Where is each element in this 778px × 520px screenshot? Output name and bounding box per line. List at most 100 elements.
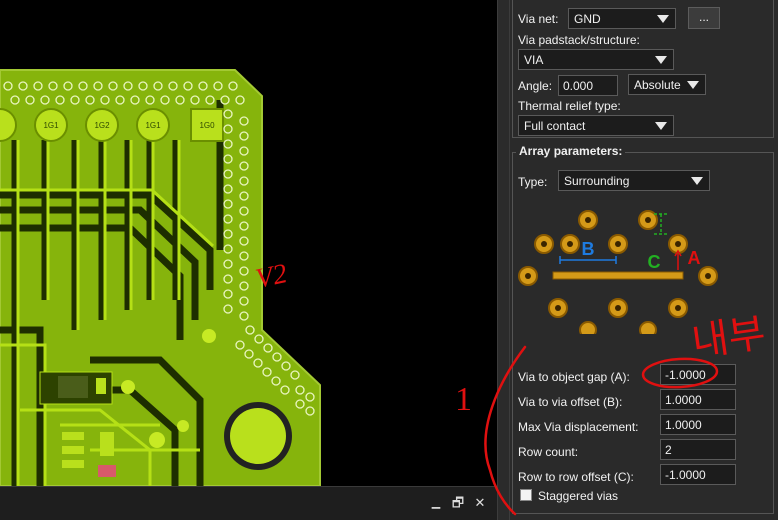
via-dot: [235, 340, 245, 350]
via-padstack-label: Via padstack/structure:: [518, 33, 640, 47]
via-dot: [239, 131, 249, 141]
thermal-relief-value: Full contact: [524, 119, 586, 133]
via-dot: [239, 161, 249, 171]
via-dot: [3, 81, 13, 91]
via-dot: [25, 95, 35, 105]
via-dot: [245, 325, 255, 335]
row-count-label: Row count:: [518, 445, 579, 459]
row-to-row-offset-input[interactable]: -1.0000: [660, 464, 736, 485]
via-dot: [295, 385, 305, 395]
via-net-label: Via net:: [518, 12, 559, 26]
via-net-value: GND: [574, 12, 601, 26]
via-dot: [239, 251, 249, 261]
diagram-label-b: B: [582, 239, 595, 259]
minimize-icon[interactable]: ▁: [428, 495, 444, 511]
via-dot: [115, 95, 125, 105]
via-dot: [10, 95, 20, 105]
pcb-canvas[interactable]: 1G1 1G2 1G1 1G0: [0, 0, 497, 486]
chevron-down-icon: [687, 81, 699, 89]
via-dot: [183, 81, 193, 91]
via-dot: [263, 343, 273, 353]
via-dot: [145, 95, 155, 105]
via-dot: [223, 274, 233, 284]
max-via-displacement-input[interactable]: 1.0000: [660, 414, 736, 435]
via-dot: [223, 169, 233, 179]
array-type-value: Surrounding: [564, 174, 630, 188]
via-dot: [262, 367, 272, 377]
via-dot: [239, 191, 249, 201]
via-to-object-gap-input[interactable]: -1.0000: [660, 364, 736, 385]
via-dot: [305, 406, 315, 416]
angle-mode-dropdown[interactable]: Absolute: [628, 74, 706, 95]
chevron-down-icon: [655, 122, 667, 130]
via-dot: [108, 81, 118, 91]
via-dot: [235, 95, 245, 105]
via-dot: [100, 95, 110, 105]
via-properties-panel: Via net: GND ... Via padstack/structure:…: [510, 0, 778, 520]
via-dot: [281, 361, 291, 371]
via-dot: [213, 81, 223, 91]
via-dot: [223, 289, 233, 299]
via-dot: [253, 358, 263, 368]
via-dot: [239, 116, 249, 126]
row-count-input[interactable]: 2: [660, 439, 736, 460]
pad-label: 1G0: [199, 121, 215, 130]
chevron-down-icon: [691, 177, 703, 185]
thermal-relief-dropdown[interactable]: Full contact: [518, 115, 674, 136]
chevron-down-icon: [655, 56, 667, 64]
staggered-vias-label: Staggered vias: [538, 489, 619, 503]
chevron-down-icon: [657, 15, 669, 23]
via-dot: [48, 81, 58, 91]
via-dot: [305, 392, 315, 402]
via-dot: [138, 81, 148, 91]
restore-icon[interactable]: 🗗: [450, 495, 466, 511]
via-dot: [93, 81, 103, 91]
via-net-browse-button[interactable]: ...: [688, 7, 720, 29]
via-dot: [223, 199, 233, 209]
via-dot: [239, 296, 249, 306]
via-dot: [271, 376, 281, 386]
via-to-via-offset-label: Via to via offset (B):: [518, 395, 623, 409]
row-to-row-offset-label: Row to row offset (C):: [518, 470, 634, 484]
via-dot: [123, 81, 133, 91]
pad-label: 1G1: [43, 121, 59, 130]
panel-splitter[interactable]: [497, 0, 510, 520]
via-dot: [223, 214, 233, 224]
angle-label: Angle:: [518, 79, 553, 93]
thermal-relief-label: Thermal relief type:: [518, 99, 621, 113]
via-dot: [239, 176, 249, 186]
max-via-displacement-label: Max Via displacement:: [518, 420, 639, 434]
via-dot: [223, 109, 233, 119]
staggered-vias-checkbox[interactable]: [520, 489, 532, 501]
via-dot: [244, 349, 254, 359]
via-dot: [70, 95, 80, 105]
via-dot: [40, 95, 50, 105]
angle-input[interactable]: 0.000: [558, 75, 618, 96]
canvas-window-bar: ▁ 🗗 ✕: [0, 486, 497, 520]
via-dot: [168, 81, 178, 91]
via-dot: [160, 95, 170, 105]
via-dot: [239, 311, 249, 321]
close-icon[interactable]: ✕: [472, 495, 488, 511]
array-type-dropdown[interactable]: Surrounding: [558, 170, 710, 191]
via-dot: [205, 95, 215, 105]
via-dot: [190, 95, 200, 105]
via-dot: [223, 124, 233, 134]
via-dot: [239, 236, 249, 246]
via-dot: [175, 95, 185, 105]
via-dot: [198, 81, 208, 91]
via-net-dropdown[interactable]: GND: [568, 8, 676, 29]
via-padstack-dropdown[interactable]: VIA: [518, 49, 674, 70]
via-dot: [55, 95, 65, 105]
angle-mode-value: Absolute: [634, 78, 681, 92]
via-dot: [223, 244, 233, 254]
array-type-label: Type:: [518, 175, 548, 189]
via-dot: [290, 370, 300, 380]
pad-label: 1G1: [145, 121, 161, 130]
via-dot: [223, 304, 233, 314]
via-dot: [130, 95, 140, 105]
pcb-board-drawing[interactable]: 1G1 1G2 1G1 1G0: [0, 0, 497, 486]
via-padstack-value: VIA: [524, 53, 544, 67]
via-dot: [18, 81, 28, 91]
via-to-via-offset-input[interactable]: 1.0000: [660, 389, 736, 410]
